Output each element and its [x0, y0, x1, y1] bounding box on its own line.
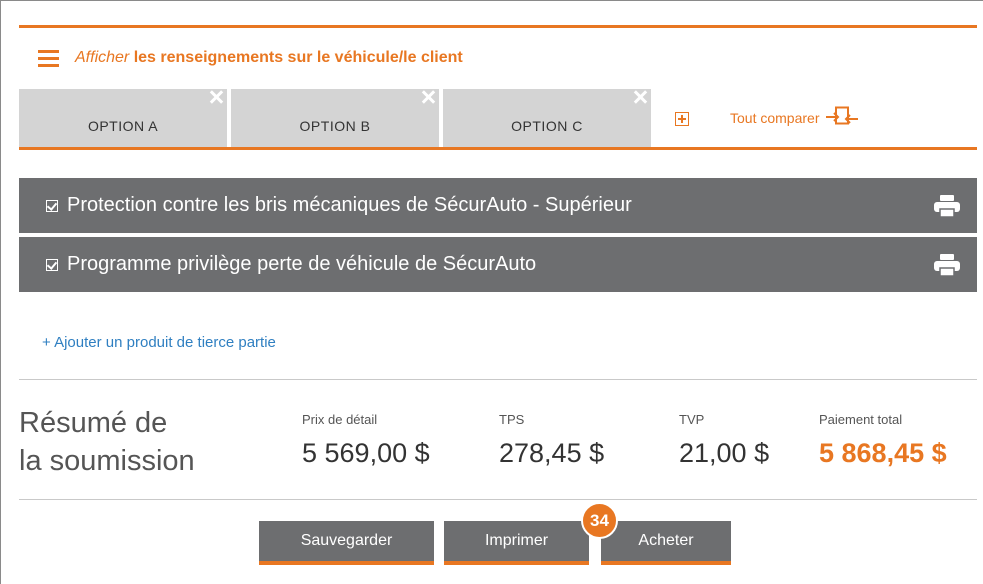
close-icon[interactable]	[209, 90, 223, 104]
print-icon[interactable]	[934, 195, 960, 217]
app-frame	[0, 0, 983, 584]
tvp-column: TVP 21,00 $	[679, 412, 769, 469]
tabs-divider	[19, 147, 977, 150]
buy-button[interactable]: Acheter	[601, 521, 731, 565]
tps-label: TPS	[499, 412, 525, 427]
product-label: Protection contre les bris mécaniques de…	[67, 194, 632, 216]
divider	[19, 499, 977, 500]
total-payment-value: 5 868,45 $	[819, 438, 947, 468]
compare-icon	[826, 106, 859, 125]
add-third-party-product-link[interactable]: + Ajouter un produit de tierce partie	[42, 334, 276, 351]
tab-option-c[interactable]: OPTION C	[443, 89, 651, 147]
tab-option-c-label: OPTION C	[511, 118, 583, 134]
tps-value: 278,45 $	[499, 438, 605, 468]
save-button[interactable]: Sauvegarder	[259, 521, 434, 565]
summary-title: Résumé de la soumission	[19, 404, 195, 480]
tvp-label: TVP	[679, 412, 705, 427]
show-info-label: les renseignements sur le véhicule/le cl…	[133, 49, 463, 66]
print-button[interactable]: Imprimer	[444, 521, 589, 565]
compare-all-label: Tout comparer	[730, 110, 820, 126]
menu-icon[interactable]	[38, 49, 59, 67]
show-info-prefix: Afficher	[75, 49, 130, 66]
summary-title-line2: la soumission	[19, 445, 195, 477]
summary-title-line1: Résumé de	[19, 407, 168, 439]
product-label: Programme privilège perte de véhicule de…	[67, 253, 537, 275]
total-payment-label: Paiement total	[819, 412, 903, 427]
close-icon[interactable]	[421, 90, 435, 104]
tvp-value: 21,00 $	[679, 438, 770, 468]
tps-column: TPS 278,45 $	[499, 412, 604, 469]
retail-price-label: Prix de détail	[302, 412, 378, 427]
print-icon[interactable]	[934, 254, 960, 276]
checkbox-icon[interactable]	[46, 199, 58, 212]
divider	[19, 379, 977, 380]
compare-all-button[interactable]: Tout comparer	[730, 106, 859, 130]
product-row[interactable]: Programme privilège perte de véhicule de…	[19, 237, 977, 292]
show-info-link[interactable]: Afficher les renseignements sur le véhic…	[75, 49, 463, 67]
tab-option-a-label: OPTION A	[87, 118, 159, 134]
tab-option-b-label: OPTION B	[299, 118, 371, 134]
retail-price-column: Prix de détail 5 569,00 $	[302, 412, 430, 469]
top-divider	[19, 25, 977, 28]
checkbox-icon[interactable]	[46, 258, 58, 271]
tab-option-b[interactable]: OPTION B	[231, 89, 439, 147]
close-icon[interactable]	[633, 90, 647, 104]
vehicle-client-toggle[interactable]: Afficher les renseignements sur le véhic…	[38, 45, 463, 71]
retail-price-value: 5 569,00 $	[302, 438, 430, 468]
product-row[interactable]: Protection contre les bris mécaniques de…	[19, 178, 977, 233]
total-payment-column: Paiement total 5 868,45 $	[819, 412, 947, 469]
tab-option-a[interactable]: OPTION A	[19, 89, 227, 147]
add-option-icon[interactable]	[675, 112, 689, 126]
callout-badge: 34	[581, 502, 618, 539]
